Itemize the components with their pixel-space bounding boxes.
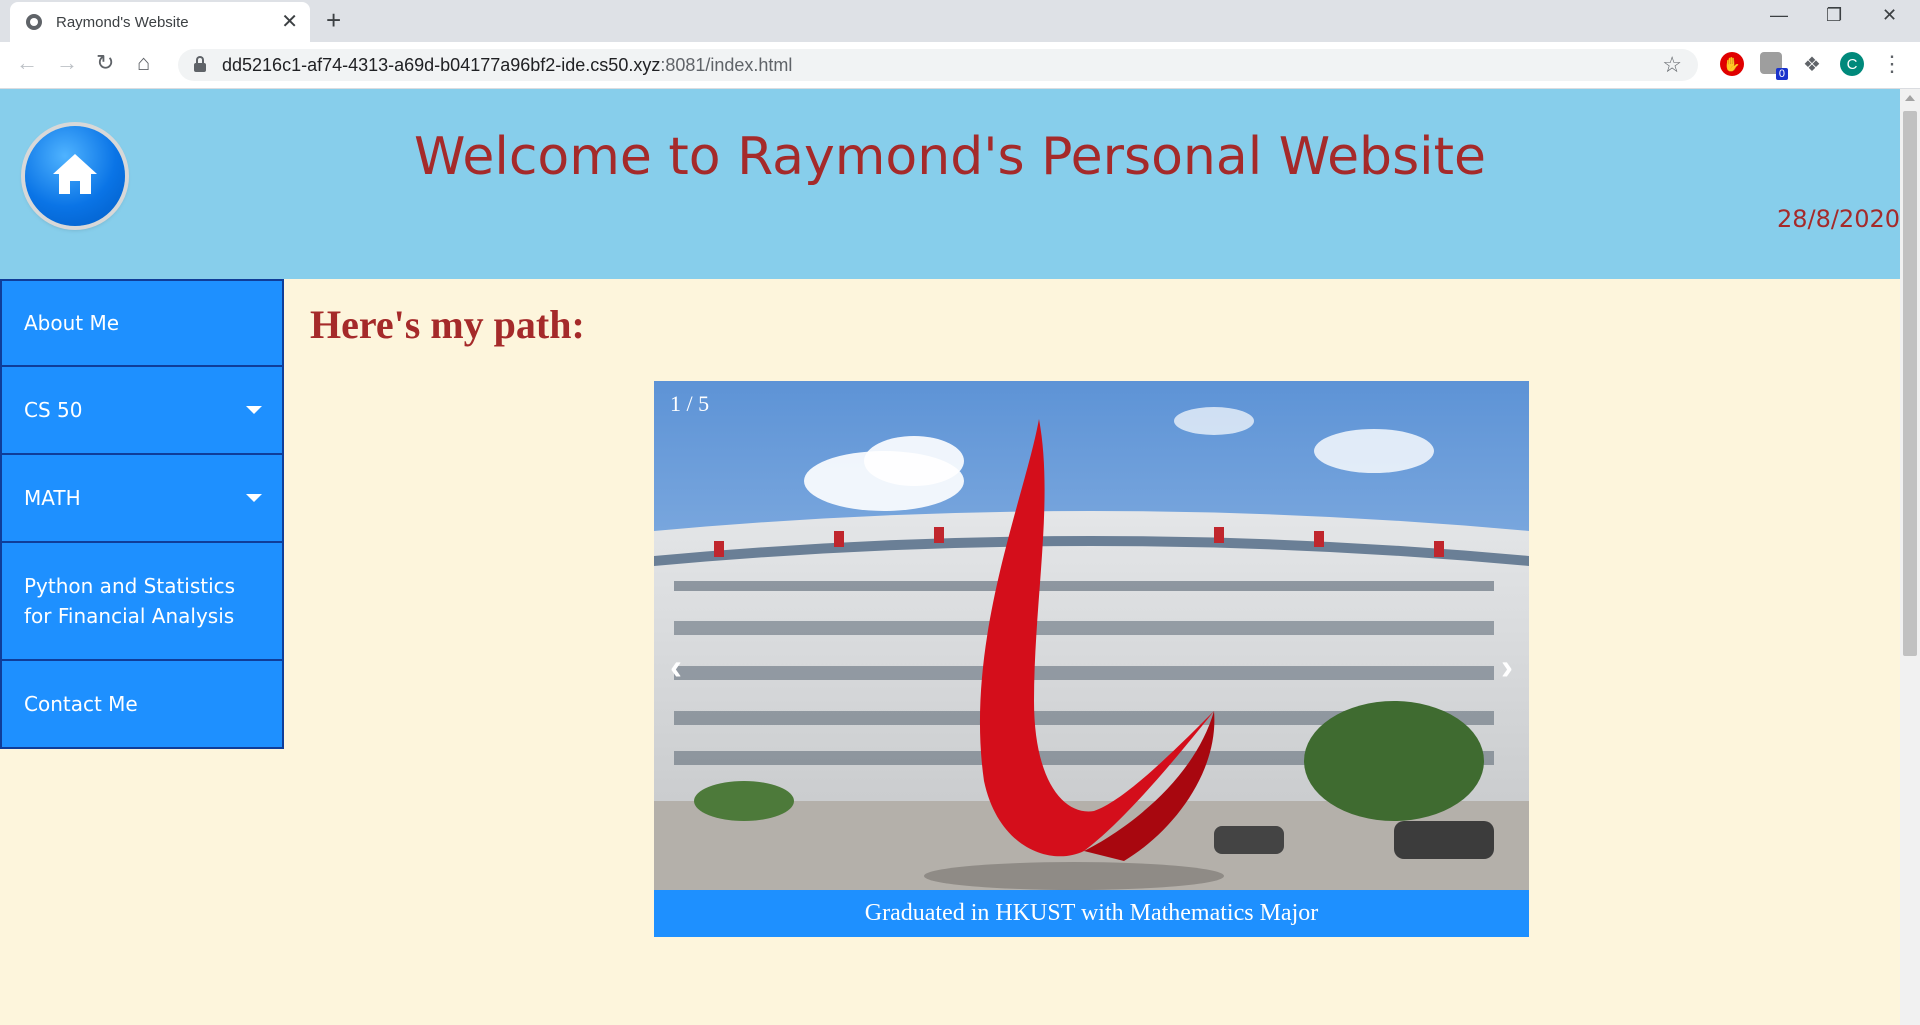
site-header: Welcome to Raymond's Personal Website 28… bbox=[0, 89, 1900, 279]
profile-avatar[interactable]: C bbox=[1840, 52, 1864, 76]
sidebar-item-contact-me[interactable]: Contact Me bbox=[0, 661, 284, 749]
sidebar-item-label: About Me bbox=[24, 311, 120, 335]
puzzle-icon[interactable]: ❖ bbox=[1800, 52, 1824, 76]
web-page: Welcome to Raymond's Personal Website 28… bbox=[0, 89, 1900, 1025]
slide-counter: 1 / 5 bbox=[670, 391, 710, 416]
forward-arrow-icon[interactable]: → bbox=[56, 52, 78, 74]
campus-photo bbox=[654, 381, 1529, 890]
extension-icon[interactable]: 0 bbox=[1760, 52, 1788, 80]
restore-window-button[interactable]: ❐ bbox=[1826, 6, 1842, 24]
browser-tab[interactable]: Raymond's Website ✕ bbox=[10, 2, 310, 42]
home-icon[interactable]: ⌂ bbox=[137, 52, 150, 74]
sidebar-item-label: MATH bbox=[24, 486, 81, 510]
close-tab-icon[interactable]: ✕ bbox=[281, 12, 298, 32]
current-date: 28/8/2020 bbox=[1776, 205, 1900, 233]
address-bar[interactable]: dd5216c1-af74-4313-a69d-b04177a96bf2-ide… bbox=[178, 49, 1698, 81]
minimize-window-button[interactable]: — bbox=[1770, 6, 1788, 24]
url-path: :8081/index.html bbox=[660, 54, 793, 75]
sidebar-item-label: CS 50 bbox=[24, 398, 83, 422]
sidebar-item-label: Contact Me bbox=[24, 692, 138, 716]
previous-slide-button[interactable]: ‹ bbox=[670, 649, 682, 685]
slide-image: 1 / 5 ‹ › bbox=[654, 381, 1529, 890]
reload-icon[interactable]: ↻ bbox=[96, 52, 114, 74]
image-slideshow: 1 / 5 ‹ › Graduated in HKUST with Mathem… bbox=[654, 381, 1529, 937]
site-title: Welcome to Raymond's Personal Website bbox=[414, 127, 1486, 187]
browser-tab-bar: Raymond's Website ✕ + — ❐ ✕ bbox=[0, 0, 1920, 42]
lock-icon bbox=[194, 56, 206, 72]
sidebar-nav: About Me CS 50 MATH Python and Statistic… bbox=[0, 279, 284, 749]
adblock-extension-icon[interactable]: ✋ bbox=[1720, 52, 1744, 76]
new-tab-button[interactable]: + bbox=[326, 7, 341, 33]
section-heading: Here's my path: bbox=[310, 302, 585, 347]
tab-title: Raymond's Website bbox=[56, 13, 189, 31]
bookmark-star-icon[interactable]: ☆ bbox=[1662, 52, 1682, 78]
menu-kebab-icon[interactable]: ⋮ bbox=[1880, 51, 1904, 76]
sidebar-item-about-me[interactable]: About Me bbox=[0, 279, 284, 367]
sidebar-item-math[interactable]: MATH bbox=[0, 455, 284, 543]
extension-badge: 0 bbox=[1775, 68, 1788, 80]
dropdown-caret-icon bbox=[246, 494, 262, 502]
next-slide-button[interactable]: › bbox=[1501, 649, 1513, 685]
browser-toolbar: ← → ↻ ⌂ dd5216c1-af74-4313-a69d-b04177a9… bbox=[0, 42, 1920, 89]
sidebar-item-label: Python and Statistics for Financial Anal… bbox=[24, 574, 236, 628]
scrollbar-thumb[interactable] bbox=[1903, 111, 1917, 656]
globe-icon bbox=[26, 14, 42, 30]
slide-caption: Graduated in HKUST with Mathematics Majo… bbox=[654, 890, 1529, 937]
url-host: dd5216c1-af74-4313-a69d-b04177a96bf2-ide… bbox=[222, 54, 661, 75]
back-arrow-icon[interactable]: ← bbox=[16, 52, 38, 74]
dropdown-caret-icon bbox=[246, 406, 262, 414]
sidebar-item-python-statistics[interactable]: Python and Statistics for Financial Anal… bbox=[0, 543, 284, 661]
sidebar-item-cs50[interactable]: CS 50 bbox=[0, 367, 284, 455]
page-scrollbar[interactable] bbox=[1900, 89, 1920, 1025]
scroll-up-arrow-icon[interactable] bbox=[1905, 95, 1915, 101]
close-window-button[interactable]: ✕ bbox=[1882, 6, 1897, 24]
